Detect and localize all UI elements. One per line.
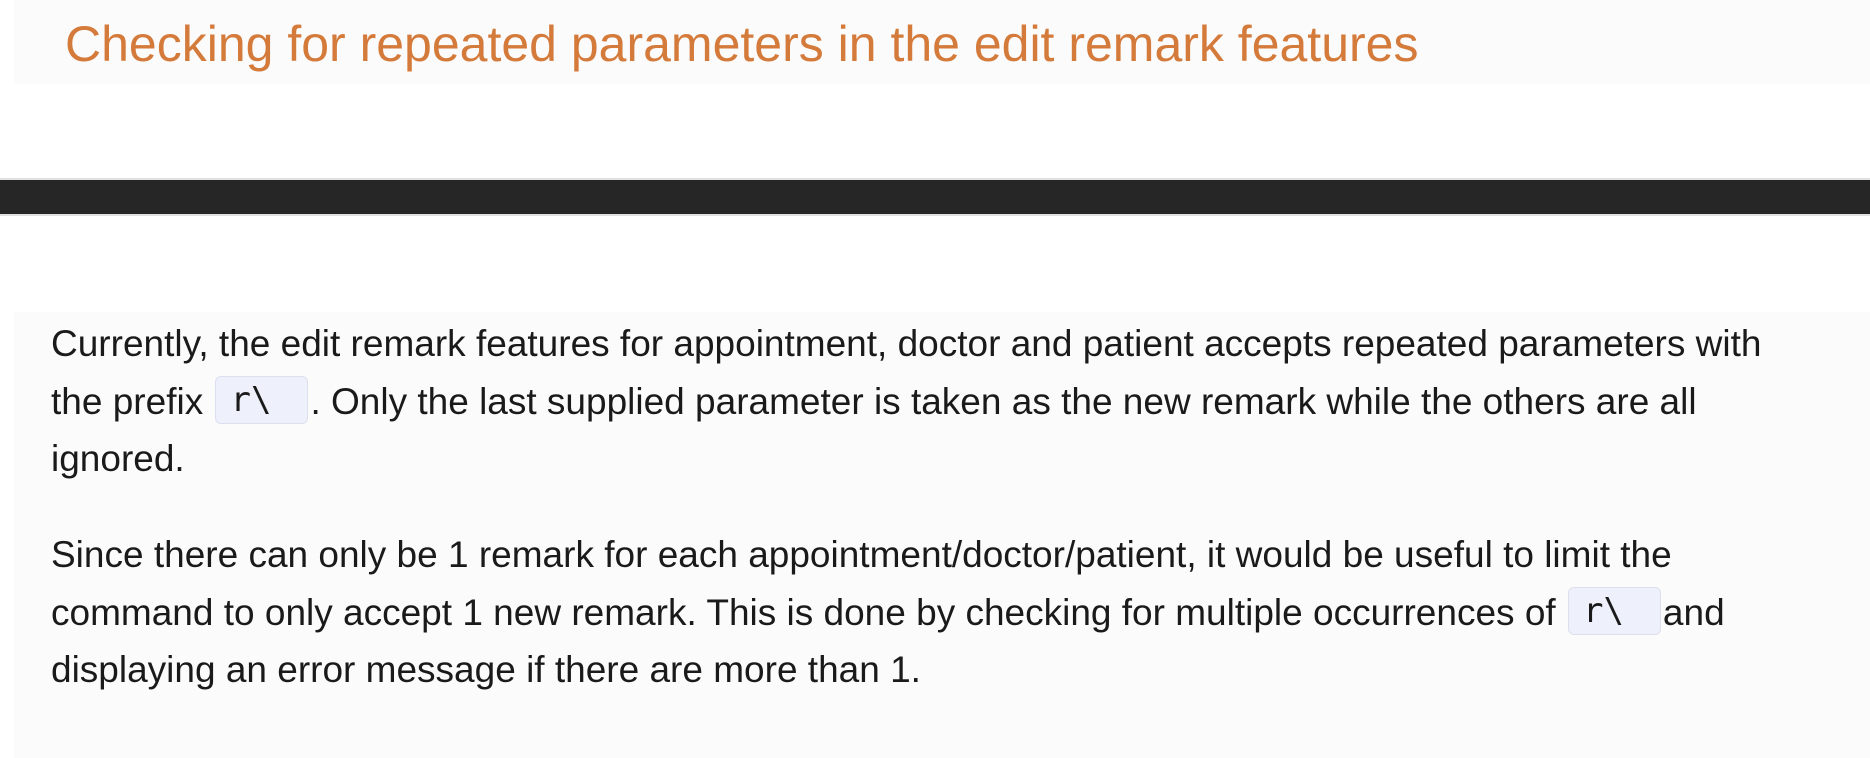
divider-bottom	[0, 214, 1870, 216]
paragraph-2-after-code: and	[1662, 591, 1725, 633]
heading-block: Checking for repeated parameters in the …	[14, 0, 1870, 84]
page-title: Checking for repeated parameters in the …	[65, 16, 1419, 72]
paragraph-2: Since there can only be 1 remark for eac…	[51, 526, 1725, 699]
paragraph-2-line-1: Since there can only be 1 remark for eac…	[51, 534, 1672, 575]
paragraph-2-line-3: displaying an error message if there are…	[51, 649, 921, 690]
paragraph-1-prefix-text: the prefix	[51, 380, 204, 422]
paragraph-1: Currently, the edit remark features for …	[51, 315, 1761, 488]
inline-code-r-prefix: r\	[215, 375, 309, 424]
paragraph-1-line-1: Currently, the edit remark features for …	[51, 323, 1762, 364]
inline-code-r-prefix: r\	[1567, 586, 1661, 635]
section-separator-bar	[0, 180, 1870, 214]
paragraph-1-line-3: ignored.	[51, 438, 185, 479]
paragraph-2-before-code: command to only accept 1 new remark. Thi…	[51, 591, 1556, 633]
paragraph-1-after-code: . Only the last supplied parameter is ta…	[310, 380, 1697, 422]
